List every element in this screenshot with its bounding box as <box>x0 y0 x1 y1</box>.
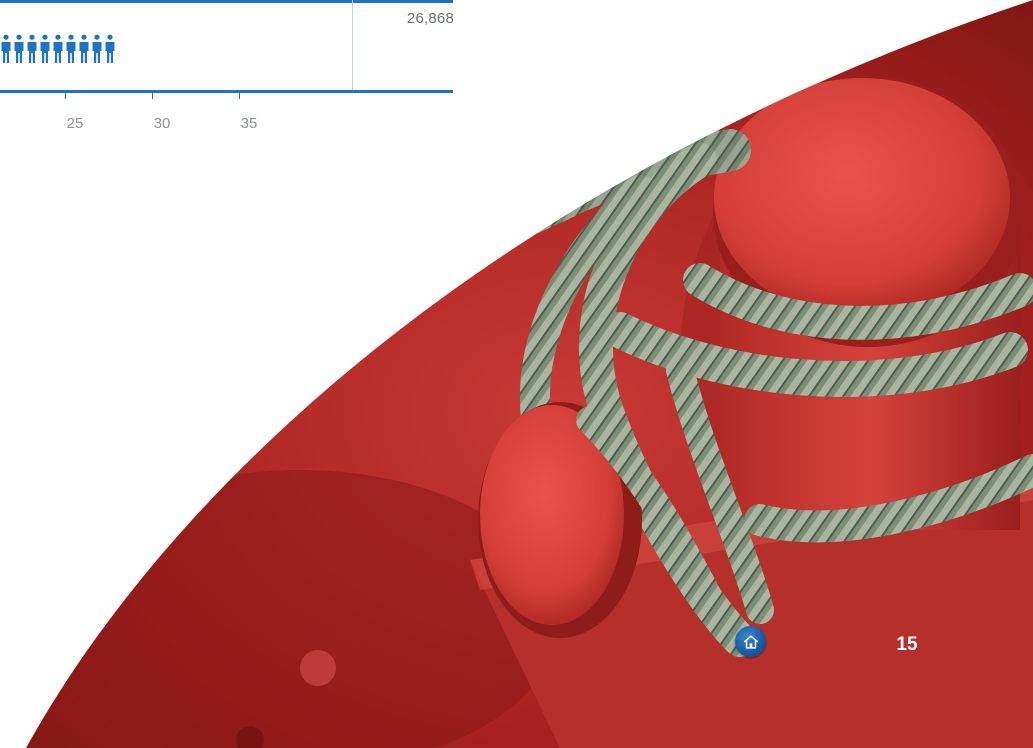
total-value: 26,868 <box>406 10 454 27</box>
x-tick <box>65 93 66 99</box>
person-icon <box>40 34 50 63</box>
chart-column-divider <box>352 0 353 92</box>
page-number: 15 <box>896 634 918 655</box>
person-icon <box>79 34 89 63</box>
person-icon <box>92 34 102 63</box>
x-tick <box>152 93 153 99</box>
document-page: 26,868 25 30 35 15 <box>0 0 1033 748</box>
home-button[interactable] <box>735 626 766 657</box>
mooring-bollard-photo <box>26 0 1033 748</box>
person-icon <box>66 34 76 63</box>
x-tick-label-35: 35 <box>240 115 258 132</box>
person-icon <box>14 34 24 63</box>
x-tick-label-30: 30 <box>153 115 171 132</box>
person-icon <box>53 34 63 63</box>
x-axis-line <box>0 90 453 93</box>
person-icon <box>105 34 115 63</box>
x-tick-label-25: 25 <box>66 115 84 132</box>
person-pictogram-row <box>0 34 116 64</box>
x-tick <box>239 93 240 99</box>
person-icon <box>1 34 11 63</box>
chart-top-rule <box>0 0 453 3</box>
person-icon <box>27 34 37 63</box>
home-icon <box>743 634 758 649</box>
